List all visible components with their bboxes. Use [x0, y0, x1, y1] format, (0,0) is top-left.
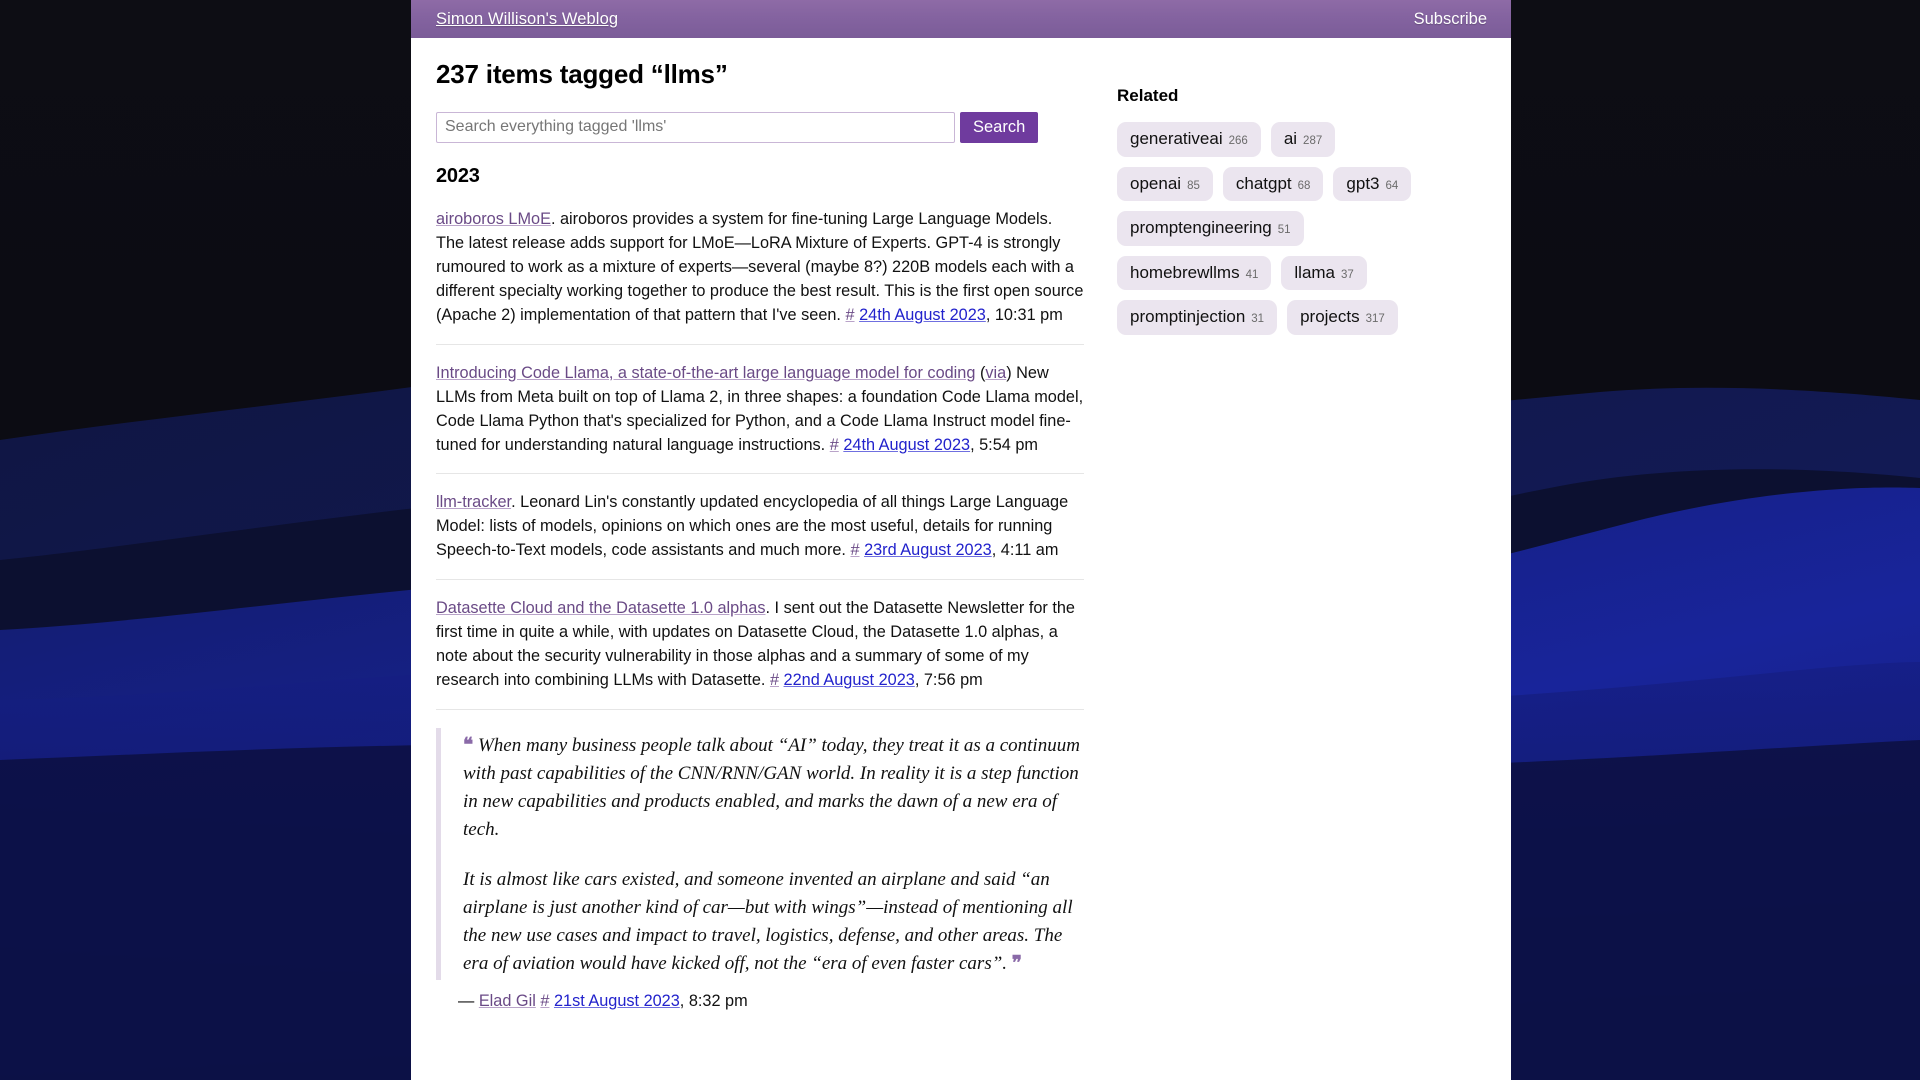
- tag-label: projects: [1300, 307, 1360, 326]
- tag-label: ai: [1283, 129, 1298, 148]
- related-heading: Related: [1117, 86, 1179, 105]
- tag-count: 64: [1385, 179, 1399, 192]
- tag-count: 317: [1365, 313, 1385, 325]
- tag-pill-llama[interactable]: llama 37: [1281, 255, 1367, 290]
- entry-permalink-hash[interactable]: #: [830, 436, 839, 454]
- site-masthead: Simon Willison's Weblog Subscribe: [411, 0, 1511, 38]
- quotation-paragraph-2: It is almost like cars existed, and some…: [463, 866, 1084, 978]
- entry-title-link[interactable]: Introducing Code Llama, a state-of-the-a…: [436, 364, 975, 382]
- quotation-paragraph-1: ❝ When many business people talk about “…: [463, 732, 1084, 844]
- entry-via-link[interactable]: via: [985, 364, 1006, 382]
- entry-title-link[interactable]: airoboros LMoE: [436, 210, 551, 228]
- sidebar: Related generativeai 266 ai 287 openai 85 c…: [1071, 38, 1471, 335]
- tag-count: 85: [1187, 179, 1200, 192]
- tag-label: openai: [1130, 173, 1182, 193]
- quotation-attribution: — Elad Gil # 21st August 2023, 8:32 pm: [436, 992, 1084, 1011]
- tag-label: chatgpt: [1235, 173, 1292, 193]
- entry-title-link[interactable]: llm-tracker: [436, 493, 511, 511]
- tag-count: 31: [1251, 313, 1265, 325]
- entry-via-open: (: [975, 363, 986, 382]
- entry-date-link[interactable]: 22nd August 2023: [784, 671, 915, 689]
- entry-time: , 4:11 am: [991, 541, 1059, 560]
- tag-label: homebrewllms: [1130, 262, 1240, 282]
- tag-pill-projects[interactable]: projects 317: [1287, 300, 1398, 335]
- entry-item: airoboros LMoE. airoboros provides a sys…: [436, 208, 1084, 345]
- entry-time: , 7:56 pm: [914, 671, 983, 690]
- tag-pill-homebrewllms[interactable]: homebrewllms 41: [1117, 255, 1272, 290]
- quotation-text-2: It is almost like cars existed, and some…: [463, 868, 1073, 974]
- quotation-entry: ❝ When many business people talk about “…: [436, 710, 1084, 1010]
- weblog-page: Simon Willison's Weblog Subscribe 237 it…: [411, 0, 1511, 1080]
- year-heading: 2023: [436, 164, 480, 187]
- tag-label: gpt3: [1346, 173, 1380, 193]
- entry-item: llm-tracker. Leonard Lin's constantly up…: [436, 474, 1084, 581]
- tag-label: generativeai: [1130, 129, 1223, 148]
- search-button[interactable]: Search: [960, 111, 1039, 143]
- page-title: 237 items tagged “llms”: [436, 59, 728, 89]
- entry-time: , 5:54 pm: [970, 435, 1038, 454]
- tag-count: 41: [1245, 268, 1259, 281]
- tag-count: 51: [1277, 224, 1291, 236]
- site-title-link[interactable]: Simon Willison's Weblog: [436, 10, 618, 29]
- related-tag-cloud: generativeai 266 ai 287 openai 85 chatgpt 68…: [1117, 122, 1419, 335]
- entry-permalink-hash[interactable]: #: [770, 671, 779, 689]
- entry-title-link[interactable]: Datasette Cloud and the Datasette 1.0 al…: [436, 599, 765, 617]
- open-quote-mark: ❝: [463, 735, 474, 757]
- tag-count: 37: [1341, 268, 1354, 281]
- tag-count: 287: [1303, 135, 1323, 147]
- quotation-time: , 8:32 pm: [679, 991, 748, 1010]
- attribution-dash: —: [458, 991, 479, 1010]
- entry-item: Introducing Code Llama, a state-of-the-a…: [436, 345, 1084, 475]
- quotation-blockquote: ❝ When many business people talk about “…: [436, 728, 1084, 980]
- page-body: 237 items tagged “llms” Search 2023 airo…: [411, 38, 1511, 1011]
- tag-pill-chatgpt[interactable]: chatgpt 68: [1222, 166, 1324, 201]
- quotation-permalink-hash[interactable]: #: [540, 992, 549, 1010]
- tag-label: promptinjection: [1130, 307, 1246, 326]
- tag-label: llama: [1294, 262, 1336, 282]
- entry-permalink-hash[interactable]: #: [845, 306, 854, 324]
- tag-pill-openai[interactable]: openai 85: [1117, 166, 1213, 201]
- tag-pill-generativeai[interactable]: generativeai 266: [1117, 122, 1261, 157]
- entry-permalink-hash[interactable]: #: [850, 541, 859, 559]
- entry-date-link[interactable]: 24th August 2023: [859, 306, 986, 324]
- tag-pill-ai[interactable]: ai 287: [1270, 122, 1336, 157]
- subscribe-link[interactable]: Subscribe: [1414, 10, 1487, 29]
- search-form: Search: [436, 111, 1071, 143]
- tag-pill-promptengineering[interactable]: promptengineering 51: [1117, 211, 1304, 246]
- quotation-author-link[interactable]: Elad Gil: [479, 992, 536, 1010]
- tag-pill-gpt3[interactable]: gpt3 64: [1333, 166, 1412, 201]
- entry-item: Datasette Cloud and the Datasette 1.0 al…: [436, 580, 1084, 711]
- close-quote-mark: ❞: [1011, 952, 1023, 974]
- main-column: 237 items tagged “llms” Search 2023 airo…: [411, 38, 1084, 1011]
- quotation-text-1: When many business people talk about “AI…: [463, 735, 1080, 840]
- tag-pill-promptinjection[interactable]: promptinjection 31: [1117, 300, 1278, 335]
- entry-date-link[interactable]: 23rd August 2023: [864, 541, 992, 559]
- entry-date-link[interactable]: 24th August 2023: [843, 436, 970, 454]
- tag-count: 266: [1228, 135, 1248, 147]
- tag-count: 68: [1297, 179, 1311, 192]
- tag-label: promptengineering: [1130, 218, 1272, 237]
- search-input[interactable]: [436, 111, 955, 143]
- entry-time: , 10:31 pm: [985, 305, 1063, 324]
- quotation-date-link[interactable]: 21st August 2023: [554, 992, 680, 1010]
